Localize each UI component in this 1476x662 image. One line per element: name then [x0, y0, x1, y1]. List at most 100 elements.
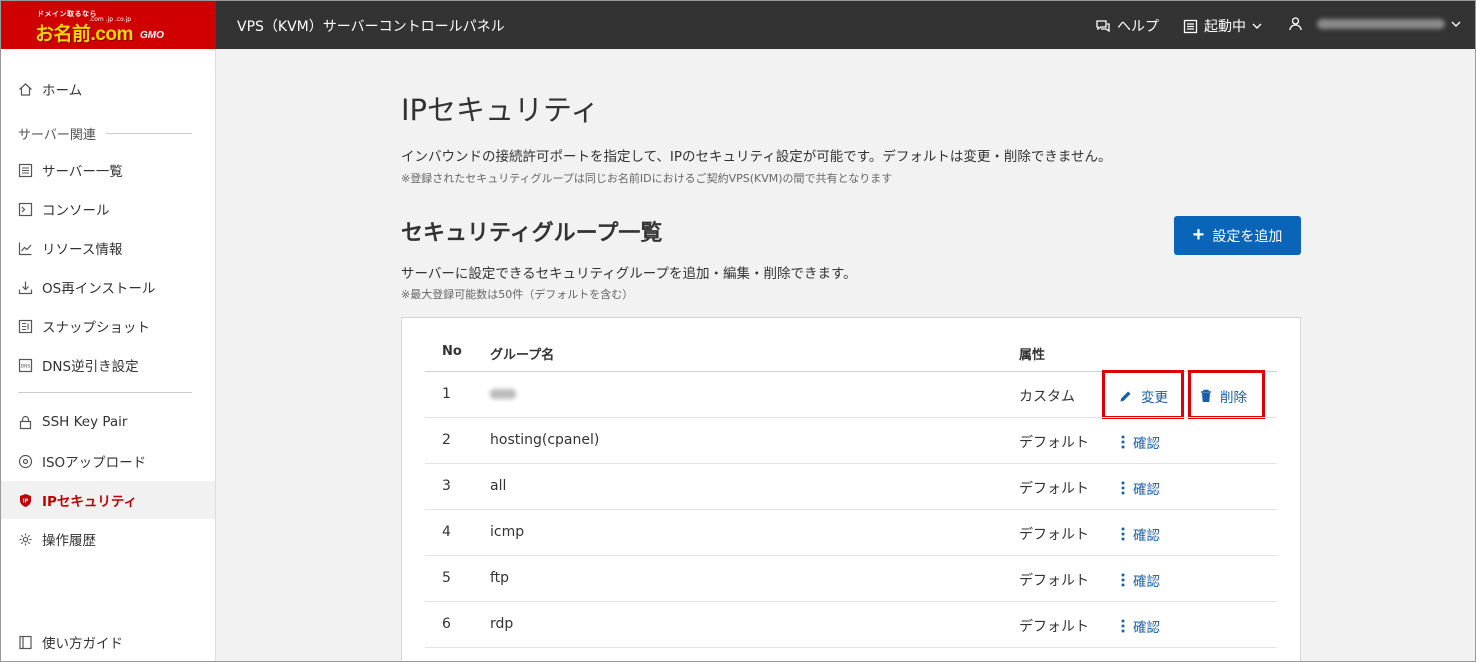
page-description: インバウンドの接続許可ポートを指定して、IPのセキュリティ設定が可能です。デフォ…	[401, 149, 1112, 165]
confirm-button[interactable]: 確認	[1121, 616, 1160, 636]
sidebar: ホーム サーバー関連 サーバー一覧 コンソール リソース情報 OS再インストール…	[1, 49, 216, 661]
more-vertical-icon	[1121, 619, 1125, 633]
sidebar-item-ip-security[interactable]: IP IPセキュリティ	[1, 481, 215, 519]
brand-logo[interactable]: ドメイン取るなら .com .jp .co.jp お名前.com GMO	[1, 1, 216, 49]
sidebar-item-label: ホーム	[42, 83, 83, 99]
row-attr: デフォルト	[1019, 435, 1089, 451]
section-description: サーバーに設定できるセキュリティグループを追加・編集・削除できます。	[401, 266, 857, 282]
row-name: hosting(cpanel)	[490, 432, 600, 448]
row-attr: デフォルト	[1019, 527, 1089, 543]
section-note: ※最大登録可能数は50件（デフォルトを含む）	[401, 288, 634, 301]
more-vertical-icon	[1121, 481, 1125, 495]
confirm-button[interactable]: 確認	[1121, 478, 1160, 498]
row-name: all	[490, 478, 507, 494]
confirm-label: 確認	[1133, 528, 1160, 544]
sidebar-item-label: 使い方ガイド	[42, 636, 123, 652]
row-no: 2	[442, 432, 451, 448]
sidebar-item-ssh-key[interactable]: SSH Key Pair	[1, 403, 215, 441]
book-icon	[19, 635, 32, 649]
top-header: ドメイン取るなら .com .jp .co.jp お名前.com GMO VPS…	[1, 1, 1475, 49]
logo-tagline: ドメイン取るなら	[37, 10, 97, 18]
help-label: ヘルプ	[1117, 19, 1159, 35]
table-row: 4 icmp デフォルト 確認	[425, 509, 1277, 555]
row-name: rdp	[490, 616, 514, 632]
add-setting-button[interactable]: + 設定を追加	[1174, 216, 1301, 255]
server-icon	[1183, 19, 1198, 33]
user-icon	[1289, 17, 1302, 31]
snapshot-icon	[18, 319, 33, 333]
disc-icon	[18, 454, 33, 468]
logo-wordmark: お名前.com	[35, 24, 133, 45]
user-menu[interactable]	[1288, 16, 1461, 31]
sidebar-item-console[interactable]: コンソール	[1, 190, 215, 228]
row-no: 3	[442, 478, 451, 494]
sidebar-item-label: OS再インストール	[42, 281, 156, 297]
add-setting-label: 設定を追加	[1212, 227, 1283, 244]
nav-section-server: サーバー関連	[18, 124, 192, 143]
row-attr: デフォルト	[1019, 573, 1089, 589]
more-vertical-icon	[1121, 573, 1125, 587]
confirm-label: 確認	[1133, 482, 1160, 498]
confirm-button[interactable]: 確認	[1121, 524, 1160, 544]
sidebar-item-guide[interactable]: 使い方ガイド	[1, 623, 215, 661]
svg-text:DNS: DNS	[21, 363, 31, 369]
more-vertical-icon	[1121, 435, 1125, 449]
sidebar-item-label: IPセキュリティ	[42, 494, 138, 510]
security-group-table: No グループ名 属性 1 カスタム 変更 削除 2 hosting(cpane…	[401, 317, 1301, 661]
shield-icon: IP	[20, 493, 31, 507]
sidebar-item-os-reinstall[interactable]: OS再インストール	[1, 268, 215, 306]
confirm-button[interactable]: 確認	[1121, 432, 1160, 452]
chevron-down-icon	[1252, 23, 1262, 29]
blurred-name	[490, 389, 516, 399]
row-attr: デフォルト	[1019, 619, 1089, 635]
highlight-edit-box	[1102, 370, 1184, 419]
sidebar-item-label: SSH Key Pair	[42, 414, 128, 430]
table-row: 3 all デフォルト 確認	[425, 463, 1277, 509]
server-list-icon	[18, 163, 33, 177]
row-attr: デフォルト	[1019, 481, 1089, 497]
download-icon	[18, 281, 33, 294]
row-attr: カスタム	[1019, 389, 1075, 405]
sidebar-item-snapshot[interactable]: スナップショット	[1, 307, 215, 345]
highlight-delete-box	[1188, 370, 1265, 419]
sidebar-item-iso-upload[interactable]: ISOアップロード	[1, 442, 215, 480]
nav-section-label: サーバー関連	[18, 128, 96, 143]
sidebar-item-dns[interactable]: DNS DNS逆引き設定	[1, 346, 215, 384]
status-label: 起動中	[1204, 19, 1246, 35]
page-title: IPセキュリティ	[401, 93, 600, 127]
table-row-partial	[425, 647, 1277, 661]
table-row: 1 カスタム 変更 削除	[425, 370, 1277, 419]
sidebar-item-label: ISOアップロード	[42, 455, 147, 471]
confirm-button[interactable]: 確認	[1121, 570, 1160, 590]
column-header-no: No	[442, 344, 462, 359]
row-no: 5	[442, 570, 451, 586]
sidebar-item-server-list[interactable]: サーバー一覧	[1, 151, 215, 189]
table-row: 2 hosting(cpanel) デフォルト 確認	[425, 417, 1277, 463]
column-header-name: グループ名	[490, 348, 555, 363]
row-name: ftp	[490, 570, 510, 586]
server-status-dropdown[interactable]: 起動中	[1183, 16, 1262, 36]
chart-icon	[18, 242, 32, 255]
page-note: ※登録されたセキュリティグループは同じお名前IDにおけるご契約VPS(KVM)の…	[401, 172, 893, 185]
plus-icon: +	[1192, 223, 1205, 246]
row-name-redacted	[490, 386, 516, 403]
sidebar-item-resources[interactable]: リソース情報	[1, 229, 215, 267]
more-vertical-icon	[1121, 527, 1125, 541]
confirm-label: 確認	[1133, 574, 1160, 590]
sidebar-item-history[interactable]: 操作履歴	[1, 520, 215, 558]
chevron-down-icon	[1451, 21, 1461, 27]
sidebar-item-home[interactable]: ホーム	[1, 70, 215, 108]
sidebar-item-label: DNS逆引き設定	[42, 359, 139, 375]
sidebar-item-label: 操作履歴	[42, 533, 96, 549]
row-name: icmp	[490, 524, 525, 540]
sidebar-item-label: スナップショット	[42, 320, 150, 336]
help-button[interactable]: ヘルプ	[1095, 16, 1159, 36]
console-icon	[18, 202, 33, 216]
sidebar-item-label: サーバー一覧	[42, 164, 123, 180]
help-chat-icon	[1096, 20, 1110, 33]
section-title: セキュリティグループ一覧	[401, 221, 663, 246]
dns-icon: DNS	[18, 358, 33, 372]
gear-icon	[19, 533, 32, 545]
user-id-redacted	[1317, 18, 1445, 29]
main-content: IPセキュリティ インバウンドの接続許可ポートを指定して、IPのセキュリティ設定…	[217, 49, 1475, 661]
